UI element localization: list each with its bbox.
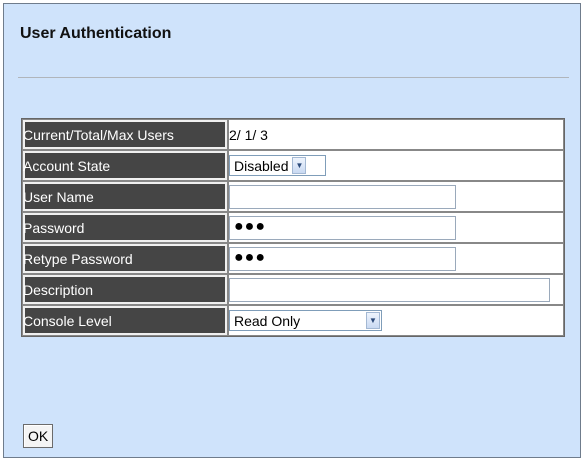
ok-button[interactable]: OK (23, 424, 54, 448)
account-state-selected: Disabled (234, 157, 289, 174)
description-input[interactable] (229, 277, 550, 302)
retype-password-input[interactable]: ●●● (229, 246, 456, 271)
form-row-users: Current/Total/Max Users 2/ 1/ 3 (22, 119, 564, 150)
retype-password-label: Retype Password (22, 243, 228, 274)
password-label: Password (22, 212, 228, 243)
form-row-username: User Name (22, 181, 564, 212)
divider (18, 77, 569, 78)
page-title: User Authentication (20, 25, 172, 42)
chevron-down-icon[interactable]: ▼ (366, 312, 380, 329)
username-input[interactable] (229, 184, 456, 209)
form-row-description: Description (22, 274, 564, 305)
user-auth-form: Current/Total/Max Users 2/ 1/ 3 Account … (21, 118, 565, 337)
console-level-label: Console Level (22, 305, 228, 336)
form-row-account-state: Account State Disabled ▼ (22, 150, 564, 181)
account-state-select[interactable]: Disabled ▼ (229, 155, 326, 176)
form-row-password: Password ●●● (22, 212, 564, 243)
password-input[interactable]: ●●● (229, 215, 456, 240)
users-label: Current/Total/Max Users (22, 119, 228, 150)
username-label: User Name (22, 181, 228, 212)
user-authentication-panel: User Authentication Current/Total/Max Us… (3, 3, 581, 458)
users-value: 2/ 1/ 3 (228, 119, 564, 150)
form-row-console-level: Console Level Read Only ▼ (22, 305, 564, 336)
description-label: Description (22, 274, 228, 305)
account-state-label: Account State (22, 150, 228, 181)
form-row-retype-password: Retype Password ●●● (22, 243, 564, 274)
console-level-selected: Read Only (234, 312, 301, 329)
chevron-down-icon[interactable]: ▼ (292, 157, 307, 174)
console-level-select[interactable]: Read Only ▼ (229, 310, 382, 331)
